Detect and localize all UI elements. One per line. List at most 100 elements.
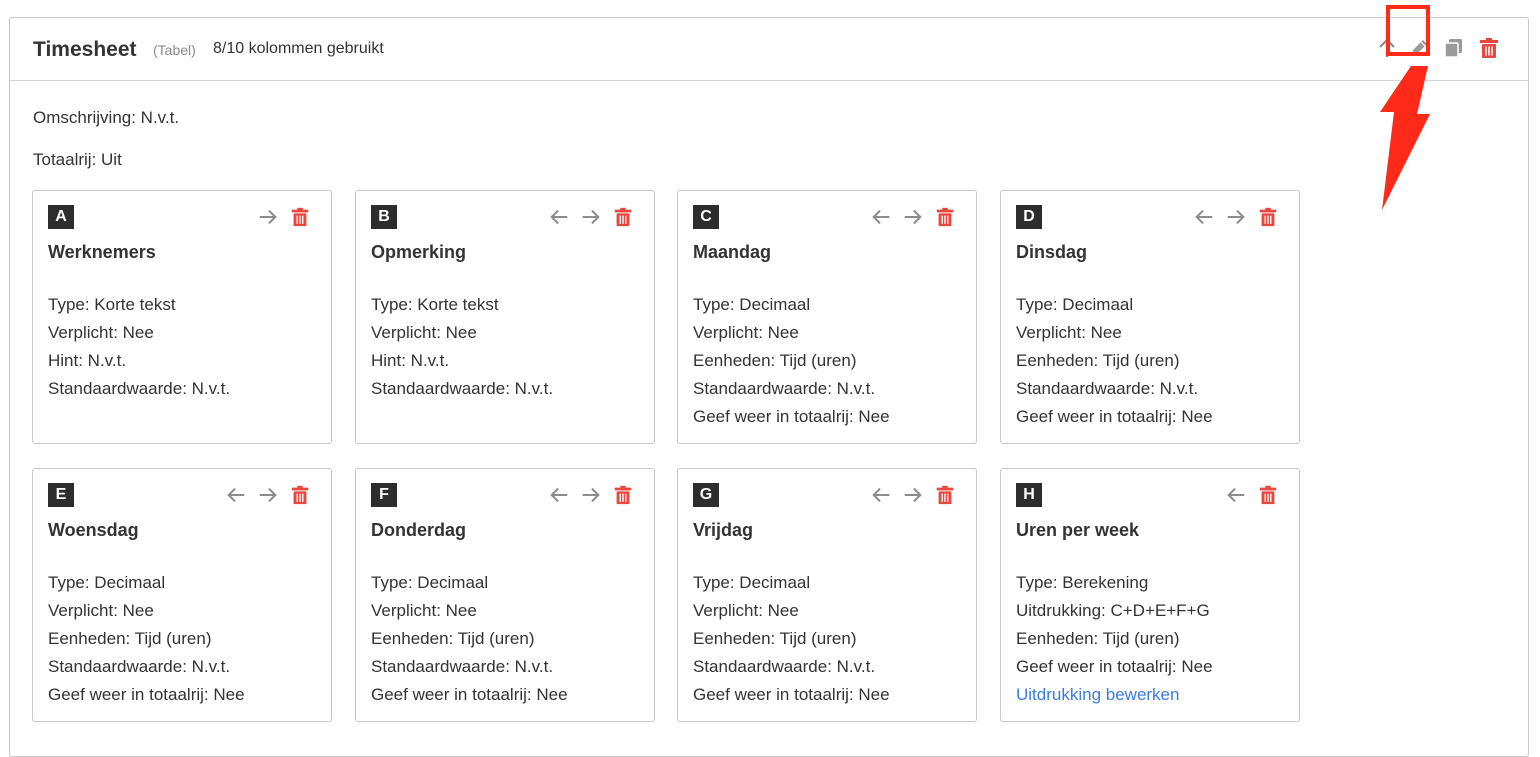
column-usage-text: 8/10 kolommen gebruikt	[213, 40, 384, 57]
arrow-left-icon	[1195, 209, 1213, 225]
column-card: B Opmerking Type: Korte tekst Verplicht: Ne…	[355, 190, 655, 444]
column-card: H Uren per week Type: Berekening Uitdrukkin…	[1000, 468, 1300, 722]
total-row-text: Totaalrij: Uit	[33, 150, 122, 169]
column-letter-badge: F	[371, 483, 397, 507]
table-panel: Timesheet (Tabel) 8/10 kolommen gebruikt	[9, 17, 1529, 757]
property-line: Type: Korte tekst	[371, 295, 499, 314]
column-properties: Type: Berekening Uitdrukking: C+D+E+F+G Ee…	[1016, 569, 1213, 709]
column-title: Dinsdag	[1016, 242, 1088, 262]
move-left-button[interactable]	[1225, 484, 1247, 506]
property-line: Standaardwaarde: N.v.t.	[48, 657, 231, 676]
property-line: Eenheden: Tijd (uren)	[1016, 629, 1180, 648]
column-letter-badge: D	[1016, 205, 1042, 229]
delete-column-button[interactable]	[1257, 206, 1279, 228]
panel-header: Timesheet (Tabel) 8/10 kolommen gebruikt	[10, 18, 1528, 81]
delete-column-button[interactable]	[1257, 484, 1279, 506]
move-right-button[interactable]	[580, 206, 602, 228]
copy-icon	[1444, 39, 1462, 58]
column-letter-badge: G	[693, 483, 719, 507]
move-left-button[interactable]	[870, 484, 892, 506]
move-left-button[interactable]	[225, 484, 247, 506]
delete-column-button[interactable]	[612, 484, 634, 506]
property-line: Geef weer in totaalrij: Nee	[48, 685, 245, 704]
table-type-label: (Tabel)	[153, 42, 196, 58]
property-line: Uitdrukking: C+D+E+F+G	[1016, 601, 1210, 620]
property-line: Type: Decimaal	[371, 573, 489, 592]
move-left-button[interactable]	[548, 206, 570, 228]
arrow-right-icon	[904, 487, 922, 503]
property-line: Standaardwaarde: N.v.t.	[693, 657, 876, 676]
trash-icon	[936, 485, 954, 505]
column-title: Uren per week	[1016, 520, 1140, 540]
column-properties: Type: Decimaal Verplicht: Nee Eenheden: Ti…	[1016, 291, 1213, 431]
column-properties: Type: Decimaal Verplicht: Nee Eenheden: Ti…	[693, 569, 890, 709]
property-line: Eenheden: Tijd (uren)	[693, 629, 857, 648]
move-right-button[interactable]	[902, 206, 924, 228]
property-line: Geef weer in totaalrij: Nee	[1016, 407, 1213, 426]
table-title: Timesheet	[33, 38, 137, 61]
copy-button[interactable]	[1442, 36, 1466, 60]
property-line: Type: Decimaal	[48, 573, 166, 592]
property-line: Eenheden: Tijd (uren)	[1016, 351, 1180, 370]
delete-column-button[interactable]	[612, 206, 634, 228]
trash-icon	[614, 485, 632, 505]
edit-expression-link[interactable]: Uitdrukking bewerken	[1016, 681, 1213, 709]
trash-icon	[936, 207, 954, 227]
property-line: Verplicht: Nee	[48, 323, 154, 342]
delete-table-button[interactable]	[1477, 36, 1501, 60]
arrow-right-icon	[904, 209, 922, 225]
trash-icon	[1259, 485, 1277, 505]
property-line: Type: Berekening	[1016, 573, 1149, 592]
property-line: Verplicht: Nee	[693, 323, 799, 342]
arrow-right-icon	[259, 209, 277, 225]
column-card: A Werknemers Type: Korte tekst Verplicht: N…	[32, 190, 332, 444]
move-left-button[interactable]	[548, 484, 570, 506]
column-card: D Dinsdag Type: Decimaal Verplicht: Nee Eenh…	[1000, 190, 1300, 444]
property-line: Geef weer in totaalrij: Nee	[1016, 657, 1213, 676]
arrow-left-icon	[872, 487, 890, 503]
column-properties: Type: Korte tekst Verplicht: Nee Hint: N.v…	[371, 291, 553, 403]
trash-icon	[614, 207, 632, 227]
move-right-button[interactable]	[257, 484, 279, 506]
move-right-button[interactable]	[580, 484, 602, 506]
property-line: Eenheden: Tijd (uren)	[48, 629, 212, 648]
property-line: Type: Decimaal	[693, 295, 811, 314]
column-card: G Vrijdag Type: Decimaal Verplicht: Nee Eenh…	[677, 468, 977, 722]
column-title: Woensdag	[48, 520, 139, 540]
trash-icon	[291, 207, 309, 227]
column-letter-badge: E	[48, 483, 74, 507]
delete-column-button[interactable]	[934, 206, 956, 228]
property-line: Verplicht: Nee	[371, 323, 477, 342]
arrow-left-icon	[550, 487, 568, 503]
column-properties: Type: Decimaal Verplicht: Nee Eenheden: Ti…	[693, 291, 890, 431]
property-line: Standaardwaarde: N.v.t.	[1016, 379, 1199, 398]
delete-column-button[interactable]	[289, 206, 311, 228]
property-line: Standaardwaarde: N.v.t.	[693, 379, 876, 398]
move-left-button[interactable]	[1193, 206, 1215, 228]
column-letter-badge: A	[48, 205, 74, 229]
property-line: Geef weer in totaalrij: Nee	[693, 685, 890, 704]
move-right-button[interactable]	[257, 206, 279, 228]
property-line: Standaardwaarde: N.v.t.	[48, 379, 231, 398]
property-line: Hint: N.v.t.	[371, 351, 450, 370]
property-line: Verplicht: Nee	[371, 601, 477, 620]
delete-column-button[interactable]	[289, 484, 311, 506]
column-title: Maandag	[693, 242, 772, 262]
annotation-arrow-icon	[1380, 66, 1430, 210]
arrow-right-icon	[259, 487, 277, 503]
move-right-button[interactable]	[1225, 206, 1247, 228]
property-line: Standaardwaarde: N.v.t.	[371, 657, 554, 676]
arrow-right-icon	[582, 209, 600, 225]
delete-column-button[interactable]	[934, 484, 956, 506]
property-line: Type: Decimaal	[1016, 295, 1134, 314]
trash-icon	[1480, 38, 1498, 58]
trash-icon	[291, 485, 309, 505]
column-properties: Type: Decimaal Verplicht: Nee Eenheden: Ti…	[371, 569, 568, 709]
column-card: C Maandag Type: Decimaal Verplicht: Nee Eenh…	[677, 190, 977, 444]
move-left-button[interactable]	[870, 206, 892, 228]
column-card: E Woensdag Type: Decimaal Verplicht: Nee Een…	[32, 468, 332, 722]
property-line: Verplicht: Nee	[693, 601, 799, 620]
move-right-button[interactable]	[902, 484, 924, 506]
column-title: Opmerking	[371, 242, 467, 262]
property-line: Verplicht: Nee	[1016, 323, 1122, 342]
